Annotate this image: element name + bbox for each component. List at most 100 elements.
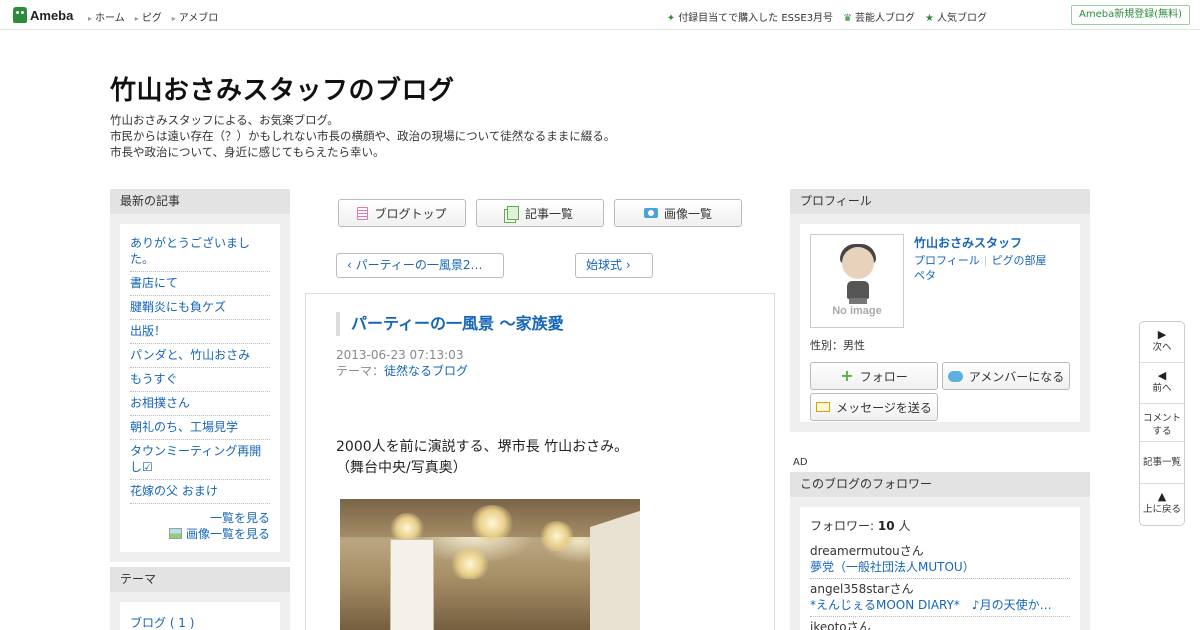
view-images-label: 画像一覧を見る [185, 527, 270, 541]
comment-button[interactable]: コメントする [1140, 404, 1184, 442]
triangle-up-icon: ▲ [1157, 490, 1167, 503]
image-list-icon [168, 528, 182, 539]
article-theme: テーマ：徒然なるブログ [336, 363, 468, 379]
global-nav: ホーム ピグ アメブロ [88, 9, 218, 24]
follower-user: ikeotoさん [810, 620, 871, 630]
article-list-button[interactable]: 記事一覧 [476, 199, 604, 227]
profile-box: No image 竹山おさみスタッフ プロフィール | ピグの部屋 ペタ 性別：男性… [790, 214, 1090, 432]
chevron-left-icon: ‹ [347, 258, 356, 272]
avatar-body [847, 281, 869, 299]
recent-posts-inner: ありがとうございました。 書店にて 腱鞘炎にも負ケズ 出版！ パンダと、竹山おさ… [120, 224, 280, 552]
view-images-link[interactable]: 画像一覧を見る [130, 526, 270, 542]
recent-post-link[interactable]: パンダと、竹山おさみ [130, 348, 250, 362]
to-top-button[interactable]: ▲ 上に戻る [1140, 484, 1184, 525]
promo-text: 付録目当てで購入した ESSE3月号 [678, 13, 834, 24]
blog-top-button[interactable]: ブログトップ [338, 199, 466, 227]
recent-post-link[interactable]: お相撲さん [130, 396, 190, 410]
recent-post-link[interactable]: 花嫁の父 おまけ [130, 484, 218, 498]
follower-blog-link[interactable]: 夢党（一般社団法人MUTOU） [810, 559, 1060, 575]
article-theme-link[interactable]: 徒然なるブログ [384, 364, 468, 378]
recent-post-item: 出版！ [130, 320, 270, 344]
celebrity-blog-label: 芸能人ブログ [855, 13, 916, 24]
documents-icon [506, 206, 519, 220]
article-date: 2013-06-23 07:13:03 [336, 348, 464, 362]
peta-link[interactable]: ペタ [914, 269, 936, 282]
theme-inner: ブログ ( 1 ) [120, 602, 280, 630]
follower-user: dreamermutouさん [810, 544, 924, 558]
amember-label: アメンバーになる [968, 369, 1065, 384]
followers-inner: フォロワー: 10 人 dreamermutouさん 夢党（一般社団法人MUTO… [800, 507, 1080, 630]
popular-blog-link[interactable]: ★ 人気ブログ [925, 9, 987, 24]
recent-post-link[interactable]: 出版！ [130, 324, 166, 338]
recent-posts-more: 一覧を見る 画像一覧を見る [130, 510, 270, 542]
article-list-side-label: 記事一覧 [1142, 457, 1181, 468]
theme-panel: テーマ ブログ ( 1 ) [110, 567, 290, 630]
star-icon: ★ [925, 13, 934, 24]
prev-label: 前へ [1152, 383, 1172, 394]
theme-item-blog[interactable]: ブログ ( 1 ) [130, 616, 194, 630]
avatar-head [842, 247, 874, 279]
follower-count: フォロワー: 10 人 [810, 517, 1070, 534]
recent-posts-list: ありがとうございました。 書店にて 腱鞘炎にも負ケズ 出版！ パンダと、竹山おさ… [130, 232, 270, 504]
view-list-link[interactable]: 一覧を見る [130, 510, 270, 526]
follower-blog-link[interactable]: *えんじぇるMOON DIARY* ♪月の天使から… [810, 597, 1060, 613]
recent-post-item: 朝礼のち、工場見学 [130, 416, 270, 440]
profile-sex: 性別：男性 [810, 339, 865, 352]
follower-count-label: フォロワー: [810, 519, 875, 533]
article-body-line: （舞台中央/写真奥） [336, 460, 467, 476]
article-list-side-button[interactable]: 記事一覧 [1140, 442, 1184, 484]
article-list-label: 記事一覧 [524, 206, 573, 221]
next-button[interactable]: ▶ 次へ [1140, 322, 1184, 363]
sparkle-icon: ✦ [666, 13, 676, 24]
ameba-logo-icon [13, 7, 27, 23]
image-list-label: 画像一覧 [663, 206, 712, 221]
chevron-right-icon: › [622, 258, 631, 272]
register-button[interactable]: Ameba新規登録(無料) [1070, 5, 1190, 25]
profile-name[interactable]: 竹山おさみスタッフ [914, 234, 1022, 251]
amember-button[interactable]: アメンバーになる [942, 362, 1070, 390]
profile-link[interactable]: プロフィール [914, 254, 980, 267]
recent-post-link[interactable]: もうすぐ [130, 372, 178, 386]
theme-heading: テーマ [110, 567, 290, 592]
nav-home[interactable]: ホーム [88, 9, 125, 24]
message-button[interactable]: メッセージを送る [810, 393, 938, 421]
follower-item: angel358starさん *えんじぇるMOON DIARY* ♪月の天使から… [810, 579, 1070, 617]
avatar-no-image-text: No image [832, 305, 882, 317]
avatar[interactable]: No image [810, 234, 904, 328]
plus-icon: + [840, 366, 854, 385]
article-body: 2000人を前に演説する、堺市長 竹山おさみ。 （舞台中央/写真奥） [336, 437, 628, 479]
recent-post-link[interactable]: タウンミーティング再開し☑ [130, 444, 261, 474]
recent-post-item: もうすぐ [130, 368, 270, 392]
crown-icon: ♛ [843, 13, 853, 24]
nav-pigg[interactable]: ピグ [135, 9, 162, 24]
promo-link[interactable]: ✦ 付録目当てで購入した ESSE3月号 [667, 9, 833, 24]
global-header-links: ✦ 付録目当てで購入した ESSE3月号 ♛ 芸能人ブログ ★ 人気ブログ [667, 9, 987, 24]
follow-button[interactable]: + フォロー [810, 362, 938, 390]
prev-article-label: パーティーの一風景2… [355, 258, 483, 272]
blog-title[interactable]: 竹山おさみスタッフのブログ [110, 70, 455, 107]
ameba-logo-text: Ameba [30, 7, 74, 23]
followers-heading: このブログのフォロワー [790, 472, 1090, 497]
photo-banner [590, 510, 640, 630]
nav-ameblo[interactable]: アメブロ [172, 9, 219, 24]
article-photo[interactable] [340, 499, 640, 630]
article-title[interactable]: パーティーの一風景 〜家族愛 [336, 312, 564, 336]
image-list-button[interactable]: 画像一覧 [614, 199, 742, 227]
chandelier [470, 505, 514, 541]
ameba-logo[interactable]: Ameba [13, 6, 73, 24]
celebrity-blog-link[interactable]: ♛ 芸能人ブログ [843, 9, 915, 24]
next-label: 次へ [1152, 342, 1172, 353]
profile-panel: プロフィール No image 竹山おさみスタッフ プロフィール | ピグの部屋 ペ… [790, 189, 1090, 432]
prev-button[interactable]: ◀ 前へ [1140, 363, 1184, 404]
recent-post-link[interactable]: 書店にて [130, 276, 178, 290]
recent-post-link[interactable]: 腱鞘炎にも負ケズ [130, 300, 226, 314]
recent-post-item: タウンミーティング再開し☑ [130, 440, 270, 480]
recent-post-link[interactable]: 朝礼のち、工場見学 [130, 420, 238, 434]
article: パーティーの一風景 〜家族愛 2013-06-23 07:13:03 テーマ：徒… [305, 293, 775, 630]
recent-post-link[interactable]: ありがとうございました。 [130, 236, 250, 266]
prev-article-button[interactable]: ‹ パーティーの一風景2… [336, 253, 504, 278]
blog-top-label: ブログトップ [374, 206, 447, 221]
pigg-room-link[interactable]: ピグの部屋 [992, 254, 1047, 267]
recent-post-item: お相撲さん [130, 392, 270, 416]
next-article-button[interactable]: 始球式 › [575, 253, 653, 278]
